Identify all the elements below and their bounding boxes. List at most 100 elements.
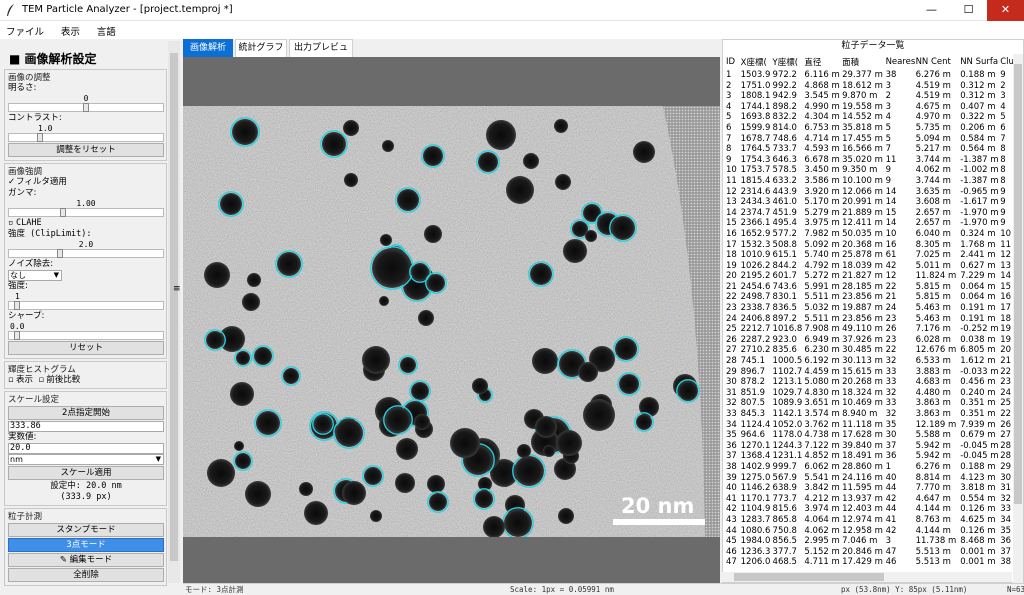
particle[interactable] bbox=[254, 347, 272, 365]
particle[interactable] bbox=[380, 234, 392, 246]
table-row[interactable]: 3 1808.1 942.9 3.545 m 9.870 m 2 4.519 m 0.312 … bbox=[725, 91, 1023, 102]
particle[interactable] bbox=[418, 310, 434, 326]
table-row[interactable]: 37 1368.4 1231.1 4.852 m 18.491 m 36 5.942 m -0… bbox=[725, 451, 1023, 462]
particle[interactable] bbox=[554, 119, 568, 133]
noise-select[interactable]: なし ▼ bbox=[8, 270, 62, 281]
particle[interactable] bbox=[206, 331, 224, 349]
scrollbar-thumb[interactable] bbox=[734, 573, 884, 581]
particle[interactable] bbox=[335, 419, 363, 447]
particle[interactable] bbox=[506, 176, 534, 204]
filter-checkbox[interactable]: ✓フィルタ適用 bbox=[8, 177, 164, 188]
pixel-distance-input[interactable]: 333.86 bbox=[8, 421, 164, 432]
particle[interactable] bbox=[530, 263, 552, 285]
table-row[interactable]: 34 1124.4 1052.0 3.762 m 11.118 m 35 12.189 m7… bbox=[725, 420, 1023, 431]
strength-slider[interactable] bbox=[8, 301, 164, 310]
clear-all-button[interactable]: 全削除 bbox=[8, 568, 164, 582]
particle[interactable] bbox=[277, 252, 301, 276]
menu-language[interactable]: 言語 bbox=[90, 21, 123, 38]
particle[interactable] bbox=[230, 382, 254, 406]
column-header[interactable]: 直径 bbox=[803, 54, 841, 70]
particle[interactable] bbox=[475, 490, 493, 508]
particle[interactable] bbox=[619, 374, 639, 394]
table-row[interactable]: 11 1815.4 633.2 3.586 m 10.100 m 9 3.744 m -1.3… bbox=[725, 176, 1023, 187]
clahe-checkbox[interactable]: ▫ CLAHE bbox=[8, 218, 164, 229]
two-point-start-button[interactable]: 2点指定開始 bbox=[8, 406, 164, 420]
table-row[interactable]: 41 1170.1 773.7 4.212 m 13.937 m 42 4.647 m 0.5… bbox=[725, 494, 1023, 505]
table-row[interactable]: 40 1146.2 638.9 3.842 m 11.595 m 44 7.770 m 3.8… bbox=[725, 483, 1023, 494]
particle[interactable] bbox=[429, 493, 447, 511]
particle[interactable] bbox=[411, 382, 429, 400]
particle[interactable] bbox=[517, 444, 531, 458]
table-row[interactable]: 5 1693.8 832.2 4.304 m 14.552 m 4 4.970 m 0.322… bbox=[725, 112, 1023, 123]
table-row[interactable]: 1 1503.9 972.2 6.116 m 29.377 m 38 6.276 m 0.18… bbox=[725, 70, 1023, 81]
particle[interactable] bbox=[396, 438, 418, 460]
particle[interactable] bbox=[382, 140, 394, 152]
particle[interactable] bbox=[678, 381, 698, 401]
table-row[interactable]: 7 1678.7 748.6 4.714 m 17.455 m 5 5.094 m 0.584… bbox=[725, 134, 1023, 145]
table-row[interactable]: 31 851.9 1029.7 4.830 m 18.324 m 32 4.480 m 0.2… bbox=[725, 388, 1023, 399]
particle[interactable] bbox=[400, 357, 416, 373]
sharp-slider[interactable] bbox=[8, 331, 164, 340]
particle[interactable] bbox=[242, 293, 260, 311]
particle[interactable] bbox=[370, 510, 382, 522]
column-header[interactable]: ID bbox=[725, 54, 740, 70]
column-header[interactable]: 面積 bbox=[841, 54, 884, 70]
particle[interactable] bbox=[322, 132, 346, 156]
table-row[interactable]: 36 1270.1 1244.3 7.122 m 39.840 m 37 5.942 m -0… bbox=[725, 441, 1023, 452]
particle[interactable] bbox=[256, 411, 280, 435]
particle[interactable] bbox=[427, 475, 445, 493]
reset-enhance-button[interactable]: リセット bbox=[8, 341, 164, 355]
table-row[interactable]: 47 1206.0 468.5 4.711 m 17.429 m 46 5.513 m 0.0… bbox=[725, 557, 1023, 568]
particle[interactable] bbox=[486, 120, 516, 150]
stamp-mode-button[interactable]: スタンプモード bbox=[8, 523, 164, 537]
particle[interactable] bbox=[235, 453, 251, 469]
particle[interactable] bbox=[362, 346, 390, 374]
table-row[interactable]: 6 1599.9 814.0 6.753 m 35.818 m 5 5.735 m 0.206… bbox=[725, 123, 1023, 134]
table-row[interactable]: 39 1275.0 567.9 5.541 m 24.116 m 40 8.814 m 4.1… bbox=[725, 473, 1023, 484]
particle[interactable] bbox=[372, 248, 412, 288]
particle[interactable] bbox=[204, 262, 230, 288]
strength-slider-thumb[interactable] bbox=[13, 301, 20, 310]
table-row[interactable]: 29 896.7 1102.7 4.459 m 15.615 m 33 3.883 m -0.… bbox=[725, 367, 1023, 378]
particle[interactable] bbox=[236, 351, 250, 365]
table-row[interactable]: 38 1402.9 999.7 6.062 m 28.860 m 1 6.276 m 0.18… bbox=[725, 462, 1023, 473]
table-row[interactable]: 4 1744.1 898.2 4.990 m 19.558 m 3 4.675 m 0.407… bbox=[725, 102, 1023, 113]
hist-show-checkbox[interactable]: ▫ 表示 bbox=[8, 375, 33, 385]
real-value-input[interactable]: 20.0 bbox=[8, 443, 164, 454]
particle[interactable] bbox=[450, 428, 480, 458]
particle[interactable] bbox=[414, 414, 430, 430]
scrollbar-thumb[interactable] bbox=[170, 53, 178, 561]
table-row[interactable]: 46 1236.3 377.7 5.152 m 20.846 m 47 5.513 m 0.0… bbox=[725, 547, 1023, 558]
gamma-slider-thumb[interactable] bbox=[59, 208, 66, 217]
close-button[interactable]: ✕ bbox=[987, 0, 1024, 21]
unit-select[interactable]: nm ▼ bbox=[8, 454, 164, 465]
table-row[interactable]: 21 2454.6 743.6 5.991 m 28.185 m 22 5.815 m 0.0… bbox=[725, 282, 1023, 293]
particle[interactable] bbox=[504, 509, 532, 537]
particle[interactable] bbox=[472, 378, 488, 394]
brightness-slider-thumb[interactable] bbox=[83, 103, 89, 112]
column-header[interactable]: Neares bbox=[885, 54, 915, 70]
table-row[interactable]: 10 1753.7 578.5 3.450 m 9.350 m 9 4.062 m -1.00… bbox=[725, 165, 1023, 176]
table-row[interactable]: 42 1104.9 815.6 3.974 m 12.403 m 44 4.144 m 0.1… bbox=[725, 504, 1023, 515]
particle[interactable] bbox=[304, 501, 328, 525]
particle[interactable] bbox=[427, 274, 445, 292]
particle[interactable] bbox=[299, 482, 313, 496]
table-row[interactable]: 45 1984.0 856.5 2.995 m 7.046 m 3 11.738 m 8.46… bbox=[725, 536, 1023, 547]
sharp-slider-thumb[interactable] bbox=[13, 331, 20, 340]
table-row[interactable]: 24 2406.8 897.2 5.511 m 23.856 m 23 5.463 m 0.1… bbox=[725, 314, 1023, 325]
column-header[interactable]: Y座標( bbox=[772, 54, 804, 70]
menu-view[interactable]: 表示 bbox=[54, 21, 87, 38]
column-header[interactable]: NN Surfa bbox=[959, 54, 999, 70]
tab-image-analysis[interactable]: 画像解析 bbox=[183, 39, 233, 57]
particle[interactable] bbox=[385, 407, 411, 433]
particle[interactable] bbox=[342, 481, 366, 505]
table-horizontal-scrollbar[interactable] bbox=[722, 572, 1012, 582]
table-row[interactable]: 13 2434.3 461.0 5.170 m 20.991 m 14 3.608 m -1.… bbox=[725, 197, 1023, 208]
table-row[interactable]: 14 2374.7 451.9 5.279 m 21.889 m 15 2.657 m -1.… bbox=[725, 208, 1023, 219]
particle[interactable] bbox=[558, 508, 574, 524]
table-row[interactable]: 30 878.2 1213.1 5.080 m 20.268 m 33 4.683 m 0.4… bbox=[725, 377, 1023, 388]
table-row[interactable]: 26 2287.2 923.0 6.949 m 37.926 m 23 6.028 m 0.0… bbox=[725, 335, 1023, 346]
particle[interactable] bbox=[535, 416, 557, 438]
maximize-button[interactable]: ☐ bbox=[950, 0, 987, 21]
table-vertical-scrollbar[interactable] bbox=[1013, 54, 1023, 584]
